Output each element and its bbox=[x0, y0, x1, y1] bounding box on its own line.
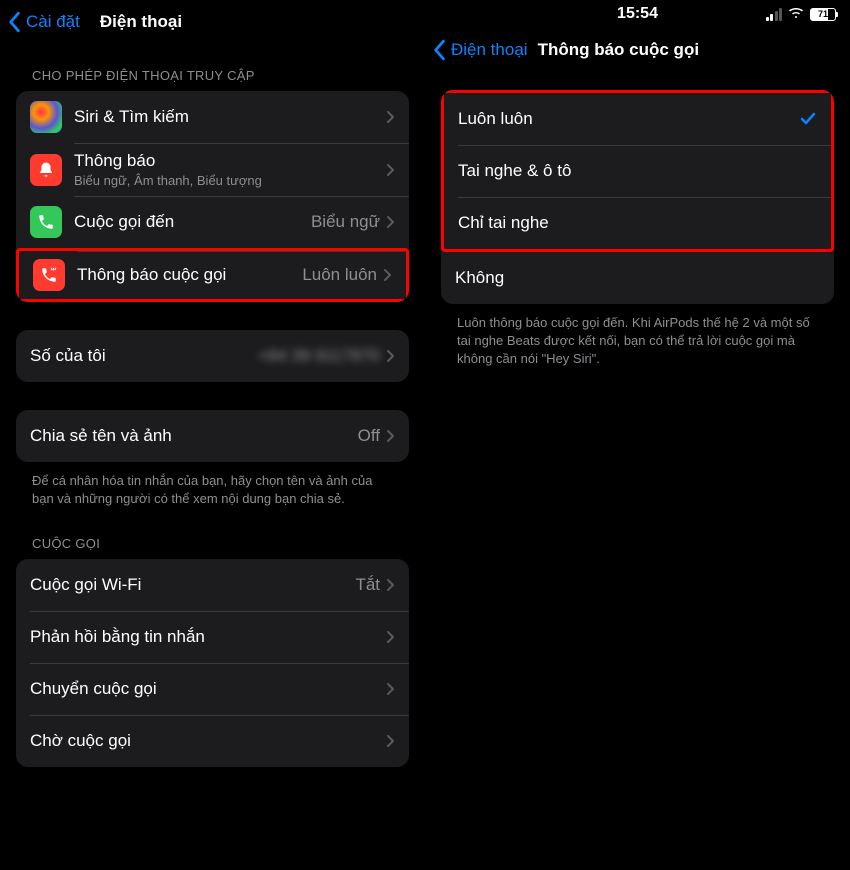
row-call-waiting[interactable]: Chờ cuộc gọi bbox=[16, 715, 409, 767]
phone-icon bbox=[30, 206, 62, 238]
group-allow-access: Siri & Tìm kiếm Thông báo Biểu ngữ, Âm t… bbox=[16, 91, 409, 302]
wifi-icon bbox=[788, 7, 804, 22]
screen-announce-calls: 15:54 71 Điện thoại Thông báo cuộc gọi L… bbox=[425, 0, 850, 870]
group-my-number: Số của tôi +84 39 9117870 bbox=[16, 330, 409, 382]
chevron-right-icon bbox=[386, 429, 395, 443]
option-label: Tai nghe & ô tô bbox=[458, 161, 817, 181]
back-button[interactable]: Cài đặt bbox=[0, 11, 80, 33]
section-header-allow-access: CHO PHÉP ĐIỆN THOẠI TRUY CẬP bbox=[0, 44, 425, 91]
chevron-right-icon bbox=[386, 110, 395, 124]
group-announce-options: Luôn luôn Tai nghe & ô tô Chỉ tai nghe K… bbox=[441, 90, 834, 304]
chevron-right-icon bbox=[386, 163, 395, 177]
row-siri-search[interactable]: Siri & Tìm kiếm bbox=[16, 91, 409, 143]
row-label: Cuộc gọi đến bbox=[74, 212, 311, 232]
row-announce-calls[interactable]: Thông báo cuộc gọi Luôn luôn bbox=[16, 248, 409, 302]
option-headphones-only[interactable]: Chỉ tai nghe bbox=[444, 197, 831, 249]
row-value: Luôn luôn bbox=[302, 265, 377, 285]
option-label: Chỉ tai nghe bbox=[458, 213, 817, 233]
row-sublabel: Biểu ngữ, Âm thanh, Biểu tượng bbox=[74, 173, 386, 188]
row-value: +84 39 9117870 bbox=[258, 346, 380, 366]
row-respond-text[interactable]: Phản hồi bằng tin nhắn bbox=[16, 611, 409, 663]
row-label: Chia sẻ tên và ảnh bbox=[30, 426, 358, 446]
chevron-right-icon bbox=[386, 682, 395, 696]
footer-announce-description: Luôn thông báo cuộc gọi đến. Khi AirPods… bbox=[425, 304, 850, 373]
page-title: Điện thoại bbox=[100, 12, 182, 32]
phone-announce-icon bbox=[33, 259, 65, 291]
row-label: Phản hồi bằng tin nhắn bbox=[30, 627, 386, 647]
row-share-name-photo[interactable]: Chia sẻ tên và ảnh Off bbox=[16, 410, 409, 462]
status-bar: 15:54 71 bbox=[425, 0, 850, 28]
status-icons: 71 bbox=[766, 7, 837, 22]
row-label: Thông báo bbox=[74, 151, 386, 171]
row-label: Số của tôi bbox=[30, 346, 258, 366]
option-never[interactable]: Không bbox=[441, 252, 834, 304]
bell-icon bbox=[30, 154, 62, 186]
page-title: Thông báo cuộc gọi bbox=[538, 40, 699, 60]
option-label: Luôn luôn bbox=[458, 109, 799, 129]
siri-icon bbox=[30, 101, 62, 133]
row-label: Thông báo cuộc gọi bbox=[77, 265, 302, 285]
row-value: Off bbox=[358, 426, 380, 446]
row-label: Chờ cuộc gọi bbox=[30, 731, 386, 751]
back-label: Điện thoại bbox=[451, 40, 528, 60]
status-time: 15:54 bbox=[617, 5, 658, 23]
option-headphones-car[interactable]: Tai nghe & ô tô bbox=[444, 145, 831, 197]
row-value: Biểu ngữ bbox=[311, 212, 380, 232]
chevron-right-icon bbox=[386, 578, 395, 592]
cellular-signal-icon bbox=[766, 8, 783, 21]
row-my-number[interactable]: Số của tôi +84 39 9117870 bbox=[16, 330, 409, 382]
row-label: Cuộc gọi Wi-Fi bbox=[30, 575, 355, 595]
battery-icon: 71 bbox=[810, 8, 836, 21]
chevron-left-icon bbox=[431, 39, 447, 61]
section-header-calls: CUỘC GỌI bbox=[0, 512, 425, 559]
footer-share-description: Để cá nhân hóa tin nhắn của bạn, hãy chọ… bbox=[0, 462, 425, 512]
chevron-right-icon bbox=[386, 734, 395, 748]
chevron-right-icon bbox=[386, 215, 395, 229]
row-call-forwarding[interactable]: Chuyển cuộc gọi bbox=[16, 663, 409, 715]
row-label: Siri & Tìm kiếm bbox=[74, 107, 386, 127]
back-label: Cài đặt bbox=[26, 12, 80, 32]
nav-bar: Cài đặt Điện thoại bbox=[0, 0, 425, 44]
chevron-right-icon bbox=[386, 349, 395, 363]
group-calls: Cuộc gọi Wi-Fi Tắt Phản hồi bằng tin nhắ… bbox=[16, 559, 409, 767]
option-always[interactable]: Luôn luôn bbox=[444, 93, 831, 145]
row-value: Tắt bbox=[355, 575, 380, 595]
back-button[interactable]: Điện thoại bbox=[425, 39, 528, 61]
nav-bar: Điện thoại Thông báo cuộc gọi bbox=[425, 28, 850, 72]
row-notifications[interactable]: Thông báo Biểu ngữ, Âm thanh, Biểu tượng bbox=[16, 143, 409, 196]
row-incoming-calls[interactable]: Cuộc gọi đến Biểu ngữ bbox=[16, 196, 409, 248]
chevron-right-icon bbox=[383, 268, 392, 282]
screen-phone-settings: Cài đặt Điện thoại CHO PHÉP ĐIỆN THOẠI T… bbox=[0, 0, 425, 870]
chevron-left-icon bbox=[6, 11, 22, 33]
chevron-right-icon bbox=[386, 630, 395, 644]
row-wifi-calling[interactable]: Cuộc gọi Wi-Fi Tắt bbox=[16, 559, 409, 611]
option-label: Không bbox=[455, 268, 820, 288]
group-share-name: Chia sẻ tên và ảnh Off bbox=[16, 410, 409, 462]
row-label: Chuyển cuộc gọi bbox=[30, 679, 386, 699]
checkmark-icon bbox=[799, 110, 817, 128]
